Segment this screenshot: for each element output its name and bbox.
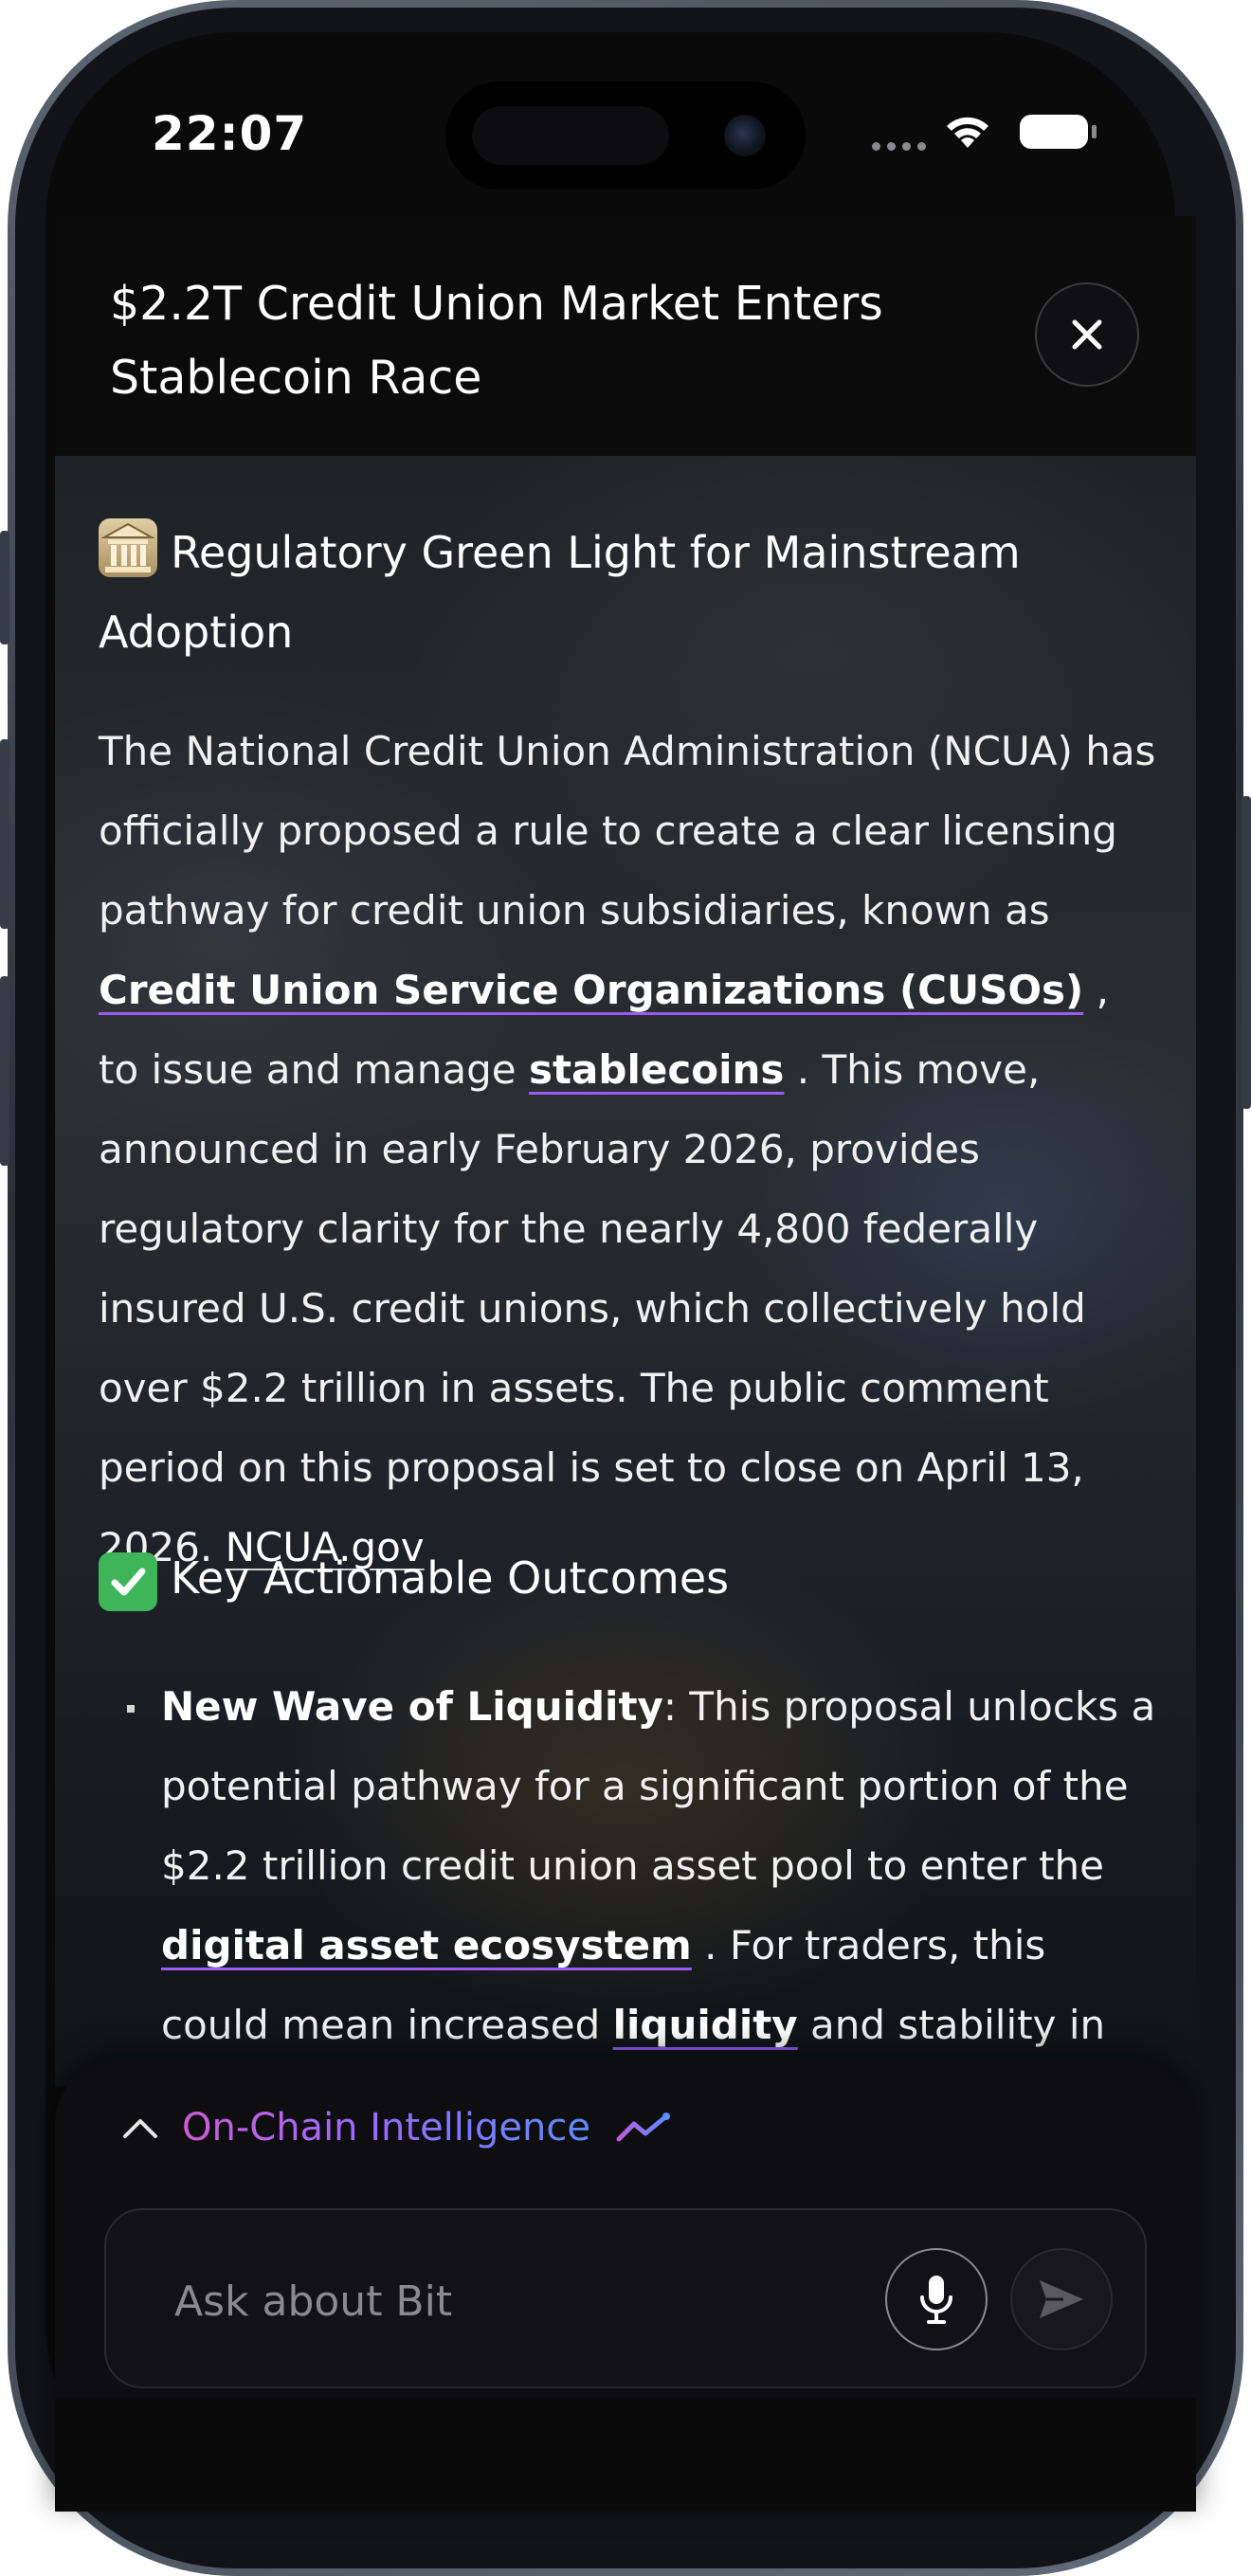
chat-input-container (104, 2208, 1147, 2388)
trend-line-icon (616, 2113, 670, 2142)
list-item: New Wave of Liquidity: This proposal unl… (161, 1667, 1166, 2086)
battery-tip (1092, 125, 1097, 138)
section-heading-text: Key Actionable Outcomes (171, 1552, 730, 1604)
voice-input-button[interactable] (885, 2248, 988, 2350)
article-header: $2.2T Credit Union Market Enters Stablec… (55, 216, 1196, 456)
paragraph-text: . This move, announced in early February… (99, 1046, 1086, 1570)
key-term-cusos-link[interactable]: Credit Union Service Organizations (CUSO… (99, 967, 1083, 1013)
on-chain-intelligence-label: On-Chain Intelligence (182, 2106, 590, 2150)
microphone-icon (920, 2276, 952, 2324)
cellular-signal-icon (872, 142, 926, 151)
bullet-marker (127, 1705, 135, 1713)
home-indicator-area (55, 2398, 1196, 2512)
island-pill (472, 106, 669, 165)
action-button (0, 531, 9, 644)
send-button[interactable] (1010, 2248, 1113, 2350)
front-camera (724, 115, 766, 156)
section-heading-regulatory: Regulatory Green Light for Mainstream Ad… (99, 513, 1160, 672)
volume-down-button (0, 976, 9, 1166)
article-paragraph: The National Credit Union Administration… (99, 712, 1160, 1587)
key-term-digital-asset-link[interactable]: digital asset ecosystem (161, 1922, 692, 1968)
section-heading-text: Regulatory Green Light for Mainstream Ad… (99, 527, 1021, 658)
wifi-icon (947, 117, 988, 148)
chevron-up-icon (123, 2119, 157, 2138)
battery-icon (1020, 115, 1088, 149)
power-button (1242, 796, 1251, 1109)
bullet-title: New Wave of Liquidity (161, 1683, 663, 1730)
status-time: 22:07 (152, 106, 308, 161)
send-icon (1040, 2280, 1083, 2318)
paragraph-text: The National Credit Union Administration… (99, 728, 1156, 934)
section-heading-outcomes: Key Actionable Outcomes (99, 1538, 1160, 1618)
key-term-stablecoins-link[interactable]: stablecoins (529, 1046, 784, 1093)
bank-building-emoji-icon (99, 518, 157, 577)
on-chain-intelligence-toggle[interactable]: On-Chain Intelligence (121, 2106, 672, 2150)
chat-input[interactable] (172, 2258, 783, 2345)
volume-up-button (0, 739, 9, 929)
check-mark-emoji-icon (99, 1552, 157, 1611)
article-body[interactable]: Regulatory Green Light for Mainstream Ad… (55, 456, 1196, 2086)
key-term-liquidity-link[interactable]: liquidity (613, 2002, 798, 2048)
close-button[interactable] (1035, 282, 1139, 387)
dynamic-island (445, 82, 806, 190)
close-icon (1072, 319, 1102, 350)
article-title: $2.2T Credit Union Market Enters Stablec… (110, 277, 883, 405)
